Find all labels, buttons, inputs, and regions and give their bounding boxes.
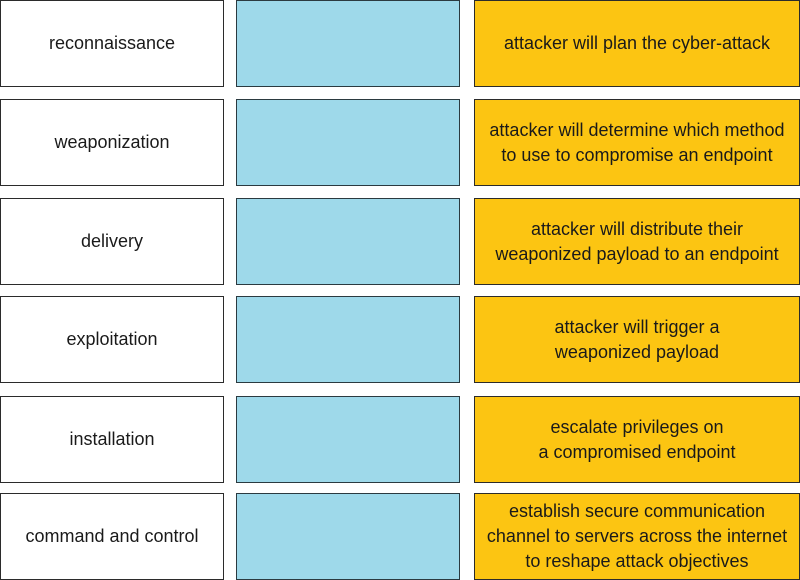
step-label: installation (69, 429, 155, 449)
step-label: command and control (25, 526, 199, 546)
drop-target[interactable] (236, 296, 460, 383)
step-label: delivery (80, 231, 144, 251)
description-box: establish secure communication channel t… (474, 493, 800, 580)
drop-target[interactable] (236, 396, 460, 483)
step-label: reconnaissance (48, 33, 176, 53)
step-label: exploitation (66, 329, 158, 349)
step-box[interactable]: reconnaissance (0, 0, 224, 87)
step-box[interactable]: delivery (0, 198, 224, 285)
description-text: attacker will trigger a weaponized paylo… (554, 316, 720, 362)
description-text: attacker will distribute their weaponize… (495, 218, 779, 264)
drop-target[interactable] (236, 198, 460, 285)
drop-target[interactable] (236, 493, 460, 580)
step-box[interactable]: weaponization (0, 99, 224, 186)
step-box[interactable]: exploitation (0, 296, 224, 383)
drop-target[interactable] (236, 0, 460, 87)
step-label: weaponization (54, 132, 170, 152)
description-text: escalate privileges on a compromised end… (538, 416, 736, 462)
step-box[interactable]: installation (0, 396, 224, 483)
description-text: establish secure communication channel t… (486, 501, 788, 571)
description-box: attacker will distribute their weaponize… (474, 198, 800, 285)
description-box: attacker will determine which method to … (474, 99, 800, 186)
description-box: attacker will trigger a weaponized paylo… (474, 296, 800, 383)
step-box[interactable]: command and control (0, 493, 224, 580)
description-text: attacker will determine which method to … (489, 119, 785, 165)
description-box: attacker will plan the cyber-attack (474, 0, 800, 87)
drop-target[interactable] (236, 99, 460, 186)
description-text: attacker will plan the cyber-attack (503, 33, 771, 53)
description-box: escalate privileges on a compromised end… (474, 396, 800, 483)
